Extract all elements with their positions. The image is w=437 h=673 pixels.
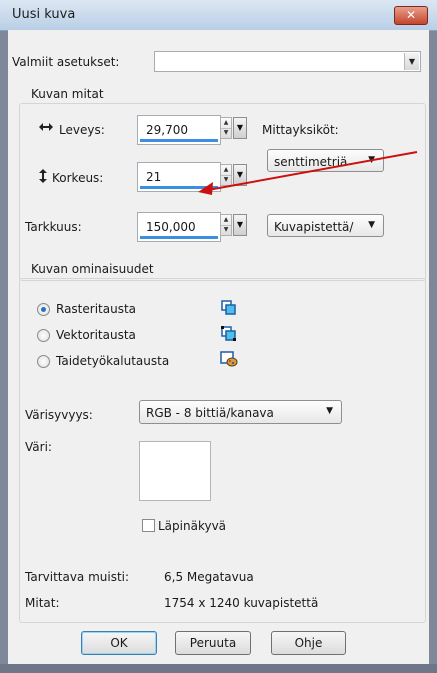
window-frame-left bbox=[0, 0, 8, 673]
resolution-spin-down-icon[interactable]: ▼ bbox=[221, 225, 231, 235]
raster-background-label[interactable]: Rasteritausta bbox=[56, 302, 136, 316]
art-media-background-radio[interactable] bbox=[37, 355, 50, 368]
resolution-unit-select[interactable]: Kuvapistettä/ ▼ bbox=[267, 214, 384, 237]
image-properties-legend: Kuvan ominaisuudet bbox=[28, 262, 157, 276]
help-button[interactable]: Ohje bbox=[271, 631, 346, 655]
vector-layer-icon bbox=[221, 326, 236, 341]
height-arrows-icon bbox=[39, 169, 47, 183]
ok-button[interactable]: OK bbox=[81, 631, 157, 655]
resolution-label: Tarkkuus: bbox=[25, 220, 82, 234]
transparent-checkbox[interactable] bbox=[142, 519, 155, 532]
width-input[interactable]: 29,700 bbox=[137, 115, 221, 145]
memory-label: Tarvittava muisti: bbox=[25, 570, 130, 584]
chevron-down-icon[interactable]: ▼ bbox=[404, 53, 419, 70]
resolution-dropdown-button[interactable]: ▼ bbox=[233, 214, 247, 236]
width-arrows-icon bbox=[39, 123, 53, 131]
resolution-input[interactable]: 150,000 bbox=[137, 212, 221, 242]
chevron-down-icon: ▼ bbox=[326, 406, 333, 416]
title-bar[interactable]: Uusi kuva ✕ bbox=[0, 0, 437, 31]
image-dimensions-legend: Kuvan mitat bbox=[28, 87, 107, 101]
width-spin-down-icon[interactable]: ▼ bbox=[221, 128, 231, 138]
width-label: Leveys: bbox=[59, 123, 105, 137]
raster-background-radio[interactable] bbox=[37, 303, 50, 316]
resolution-progress-bar bbox=[140, 236, 218, 239]
art-media-layer-icon bbox=[220, 351, 238, 367]
vector-background-label[interactable]: Vektoritausta bbox=[56, 328, 136, 342]
color-label: Väri: bbox=[25, 440, 52, 454]
chevron-down-icon: ▼ bbox=[368, 220, 375, 230]
memory-value: 6,5 Megatavua bbox=[164, 570, 254, 584]
color-depth-select[interactable]: RGB - 8 bittiä/kanava ▼ bbox=[139, 400, 342, 424]
size-label: Mitat: bbox=[25, 596, 60, 610]
width-dropdown-button[interactable]: ▼ bbox=[233, 117, 247, 139]
transparent-label[interactable]: Läpinäkyvä bbox=[158, 519, 226, 533]
size-value: 1754 x 1240 kuvapistettä bbox=[164, 596, 319, 610]
window-title: Uusi kuva bbox=[12, 7, 76, 22]
units-label: Mittayksiköt: bbox=[262, 123, 339, 137]
resolution-spinner[interactable]: ▲ ▼ bbox=[220, 214, 232, 236]
cancel-button[interactable]: Peruuta bbox=[175, 631, 251, 655]
height-value: 21 bbox=[146, 170, 162, 184]
resolution-value: 150,000 bbox=[146, 220, 196, 234]
width-value: 29,700 bbox=[146, 123, 188, 137]
raster-layer-icon bbox=[221, 300, 236, 315]
presets-label: Valmiit asetukset: bbox=[12, 55, 120, 69]
close-icon: ✕ bbox=[405, 8, 417, 22]
vector-background-radio[interactable] bbox=[37, 329, 50, 342]
resolution-unit-value: Kuvapistettä/ bbox=[274, 220, 354, 234]
height-label: Korkeus: bbox=[52, 171, 104, 185]
window-frame-bottom bbox=[0, 664, 437, 673]
color-depth-value: RGB - 8 bittiä/kanava bbox=[146, 406, 274, 420]
color-swatch[interactable] bbox=[139, 441, 211, 501]
width-spinner[interactable]: ▲ ▼ bbox=[220, 117, 232, 139]
window-frame-right bbox=[429, 0, 437, 673]
presets-combo[interactable]: ▼ bbox=[154, 51, 421, 72]
new-image-dialog: Valmiit asetukset: ▼ Kuvan mitat Leveys:… bbox=[8, 30, 429, 664]
close-button[interactable]: ✕ bbox=[394, 6, 428, 25]
annotation-arrow bbox=[198, 151, 418, 195]
color-depth-label: Värisyvyys: bbox=[25, 408, 93, 422]
art-media-background-label[interactable]: Taidetyökalutausta bbox=[56, 354, 169, 368]
width-progress-bar bbox=[140, 139, 218, 142]
